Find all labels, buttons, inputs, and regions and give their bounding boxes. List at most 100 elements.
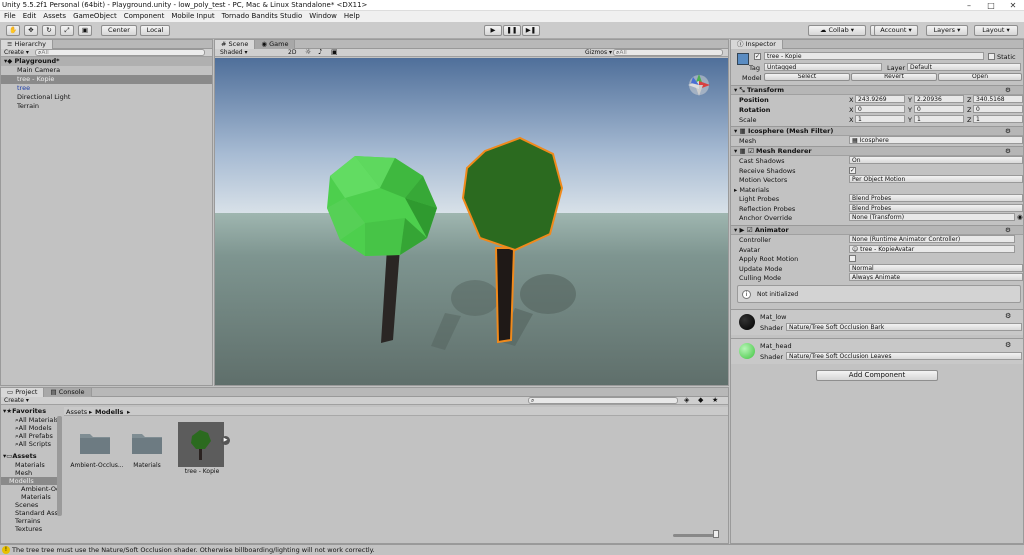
shader-dropdown[interactable]: Nature/Tree Soft Occlusion Leaves bbox=[786, 352, 1022, 360]
folder-item[interactable]: Materials bbox=[1, 493, 61, 501]
materials-foldout[interactable]: ▸ Materials bbox=[734, 186, 769, 194]
menu-file[interactable]: File bbox=[0, 11, 19, 20]
tab-console[interactable]: ▤ Console bbox=[44, 388, 92, 397]
status-bar[interactable]: ! The tree tree must use the Nature/Soft… bbox=[0, 544, 1024, 555]
scale-y-field[interactable]: 1 bbox=[914, 115, 964, 123]
folder-item[interactable]: Terrains bbox=[1, 517, 61, 525]
tab-project[interactable]: ▭ Project bbox=[1, 388, 45, 397]
step-button[interactable]: ▶❚ bbox=[522, 25, 540, 36]
rotate-tool-button[interactable]: ↻ bbox=[42, 25, 56, 36]
component-settings-icon[interactable]: ⚙ bbox=[1005, 341, 1011, 349]
position-y-field[interactable]: 2.20936 bbox=[914, 95, 964, 103]
menu-assets[interactable]: Assets bbox=[39, 11, 69, 20]
lighting-toggle-icon[interactable]: ☼ bbox=[305, 48, 311, 56]
add-component-button[interactable]: Add Component bbox=[816, 370, 938, 381]
shader-dropdown[interactable]: Nature/Tree Soft Occlusion Bark bbox=[786, 323, 1022, 331]
mesh-renderer-header[interactable]: ▾ ▦ ☑ Mesh Renderer ⚙ bbox=[731, 146, 1023, 156]
tab-scene[interactable]: # Scene bbox=[215, 40, 256, 49]
material-mat-head[interactable]: Mat_head Shader Nature/Tree Soft Occlusi… bbox=[731, 338, 1023, 364]
material-mat-low[interactable]: Mat_low Shader Nature/Tree Soft Occlusio… bbox=[731, 309, 1023, 335]
static-checkbox[interactable] bbox=[988, 53, 995, 60]
layers-dropdown[interactable]: Layers ▾ bbox=[926, 25, 968, 36]
menu-gameobject[interactable]: GameObject bbox=[69, 11, 120, 20]
tag-dropdown[interactable]: Untagged bbox=[764, 63, 882, 71]
gizmos-dropdown[interactable]: Gizmos ▾ bbox=[585, 49, 612, 56]
scale-x-field[interactable]: 1 bbox=[855, 115, 905, 123]
space-local-button[interactable]: Local bbox=[140, 25, 170, 36]
model-revert-button[interactable]: Revert bbox=[851, 73, 937, 81]
rect-tool-button[interactable]: ▣ bbox=[78, 25, 92, 36]
component-settings-icon[interactable]: ⚙ bbox=[1005, 127, 1011, 136]
mesh-field[interactable]: ▦ Icosphere bbox=[849, 136, 1023, 144]
folder-item[interactable]: Scenes bbox=[1, 501, 61, 509]
menu-component[interactable]: Component bbox=[120, 11, 168, 20]
project-search-input[interactable]: ⌕ bbox=[528, 397, 678, 404]
culling-mode-dropdown[interactable]: Always Animate bbox=[849, 273, 1023, 281]
breadcrumb-modells[interactable]: Modells bbox=[95, 408, 123, 416]
scene-root-row[interactable]: ▾◆ Playground* bbox=[1, 57, 212, 66]
mesh-renderer-enabled-checkbox[interactable]: ☑ bbox=[748, 147, 756, 155]
expand-arrow-icon[interactable]: ▶ bbox=[221, 436, 230, 445]
menu-help[interactable]: Help bbox=[340, 11, 363, 20]
rotation-z-field[interactable]: 0 bbox=[973, 105, 1023, 113]
folder-item[interactable]: Ambient-Occlusion bbox=[1, 485, 61, 493]
slider-thumb[interactable] bbox=[713, 530, 719, 538]
position-x-field[interactable]: 243.9269 bbox=[855, 95, 905, 103]
favorite-item[interactable]: ⌕All Models bbox=[1, 424, 61, 432]
rotation-y-field[interactable]: 0 bbox=[914, 105, 964, 113]
assets-foldout[interactable]: ▾▭Assets bbox=[1, 452, 61, 461]
component-settings-icon[interactable]: ⚙ bbox=[1005, 86, 1011, 95]
component-settings-icon[interactable]: ⚙ bbox=[1005, 147, 1011, 156]
model-select-button[interactable]: Select bbox=[764, 73, 850, 81]
shading-mode-dropdown[interactable]: Shaded ▾ bbox=[220, 49, 248, 56]
hierarchy-item-terrain[interactable]: Terrain bbox=[1, 102, 212, 111]
pause-button[interactable]: ❚❚ bbox=[503, 25, 521, 36]
asset-item-selected[interactable]: ▶ tree - Kopie bbox=[177, 421, 230, 475]
favorite-star-icon[interactable]: ★ bbox=[712, 396, 718, 404]
hierarchy-item-main-camera[interactable]: Main Camera bbox=[1, 66, 212, 75]
light-probes-dropdown[interactable]: Blend Probes bbox=[849, 194, 1023, 202]
play-button[interactable]: ▶ bbox=[484, 25, 502, 36]
layer-dropdown[interactable]: Default bbox=[907, 63, 1021, 71]
tab-inspector[interactable]: ⓘ Inspector bbox=[731, 40, 783, 49]
model-open-button[interactable]: Open bbox=[938, 73, 1022, 81]
favorite-item[interactable]: ⌕All Prefabs bbox=[1, 432, 61, 440]
folder-item[interactable]: Mesh bbox=[1, 469, 61, 477]
scale-z-field[interactable]: 1 bbox=[973, 115, 1023, 123]
search-by-label-icon[interactable]: ◆ bbox=[698, 396, 703, 404]
menu-tornado-bandits[interactable]: Tornado Bandits Studio bbox=[218, 11, 306, 20]
scale-tool-button[interactable]: ⤢ bbox=[60, 25, 74, 36]
active-checkbox[interactable]: ✓ bbox=[754, 53, 761, 60]
search-by-type-icon[interactable]: ◈ bbox=[684, 396, 689, 404]
hierarchy-item-tree[interactable]: tree bbox=[1, 84, 212, 93]
asset-item[interactable]: Materials bbox=[124, 422, 170, 472]
avatar-field[interactable]: ☺ tree - KopieAvatar bbox=[849, 245, 1015, 253]
project-create-dropdown[interactable]: Create ▾ bbox=[4, 397, 29, 404]
hierarchy-item-tree-kopie[interactable]: tree - Kopie bbox=[1, 75, 212, 84]
favorite-item[interactable]: ⌕All Materials bbox=[1, 416, 61, 424]
minimize-button[interactable]: – bbox=[958, 0, 980, 11]
close-button[interactable]: ✕ bbox=[1002, 0, 1024, 11]
hierarchy-item-directional-light[interactable]: Directional Light bbox=[1, 93, 212, 102]
component-settings-icon[interactable]: ⚙ bbox=[1005, 312, 1011, 320]
tab-game[interactable]: ◉ Game bbox=[255, 40, 296, 49]
menu-window[interactable]: Window bbox=[305, 11, 340, 20]
transform-header[interactable]: ▾ ⤡ Transform ⚙ bbox=[731, 85, 1023, 95]
folder-item[interactable]: Textures bbox=[1, 525, 61, 533]
2d-toggle[interactable]: 2D bbox=[288, 49, 296, 56]
hand-tool-button[interactable]: ✋ bbox=[6, 25, 20, 36]
update-mode-dropdown[interactable]: Normal bbox=[849, 264, 1023, 272]
asset-item[interactable]: Ambient-Occlus... bbox=[69, 422, 125, 472]
motion-vectors-dropdown[interactable]: Per Object Motion bbox=[849, 175, 1023, 183]
breadcrumb-assets[interactable]: Assets bbox=[66, 408, 87, 416]
animator-header[interactable]: ▾ ▶ ☑ Animator ⚙ bbox=[731, 225, 1023, 235]
tree-scrollbar[interactable] bbox=[57, 416, 62, 516]
maximize-button[interactable]: □ bbox=[980, 0, 1002, 11]
cast-shadows-dropdown[interactable]: On bbox=[849, 156, 1023, 164]
apply-root-motion-checkbox[interactable] bbox=[849, 255, 856, 262]
mesh-filter-header[interactable]: ▾ ▦ Icosphere (Mesh Filter) ⚙ bbox=[731, 126, 1023, 136]
move-tool-button[interactable]: ✥ bbox=[24, 25, 38, 36]
favorites-foldout[interactable]: ▾★Favorites bbox=[1, 407, 61, 416]
folder-item[interactable]: Materials bbox=[1, 461, 61, 469]
object-name-input[interactable]: tree - Kopie bbox=[764, 52, 984, 60]
